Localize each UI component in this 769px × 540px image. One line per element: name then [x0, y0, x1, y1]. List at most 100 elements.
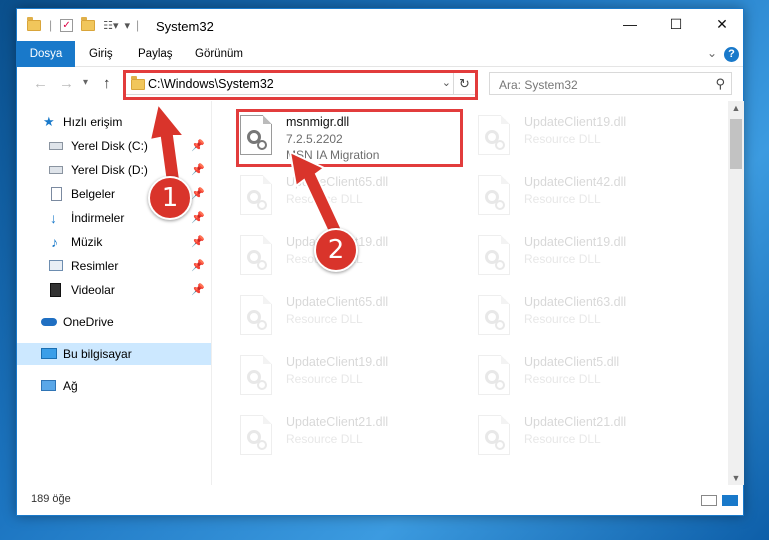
sidebar-item-local-disk-c[interactable]: Yerel Disk (C:) 📌 — [17, 135, 211, 157]
tab-home[interactable]: Giriş — [89, 41, 113, 67]
pin-icon: 📌 — [191, 260, 205, 272]
file-type: Resource DLL — [524, 312, 601, 326]
dll-file-icon — [478, 415, 510, 455]
file-tile[interactable]: UpdateClient5.dll Resource DLL — [450, 345, 678, 403]
scroll-up-icon[interactable]: ▲ — [728, 101, 744, 115]
sidebar-item-label: Bu bilgisayar — [63, 347, 132, 361]
file-type: Resource DLL — [524, 432, 601, 446]
music-icon: ♪ — [51, 234, 58, 250]
ribbon: Dosya Giriş Paylaş Görünüm ⌄ ? — [17, 41, 743, 67]
file-type: Resource DLL — [286, 432, 363, 446]
tab-file[interactable]: Dosya — [17, 41, 75, 67]
file-tile[interactable]: UpdateClient19.dll Resource DLL — [450, 225, 678, 283]
drive-icon — [49, 166, 63, 174]
file-tile[interactable]: UpdateClient19.dll Resource DLL — [212, 345, 440, 403]
dll-file-icon — [240, 355, 272, 395]
sidebar-item-network[interactable]: Ağ — [17, 375, 211, 397]
file-type: Resource DLL — [286, 372, 363, 386]
sidebar-item-label: Resimler — [71, 259, 119, 273]
title-bar: | ✓ ☷▾ ▾ | System32 — ☐ ✕ — [17, 9, 743, 41]
address-highlight-box — [123, 70, 478, 100]
sidebar-item-this-pc[interactable]: Bu bilgisayar — [17, 343, 211, 365]
pin-icon: 📌 — [191, 140, 205, 152]
sidebar-item-videos[interactable]: Videolar 📌 — [17, 279, 211, 301]
file-highlight-box — [236, 109, 463, 167]
file-name: UpdateClient5.dll — [524, 355, 620, 369]
scroll-down-icon[interactable]: ▼ — [728, 471, 744, 485]
file-tile[interactable]: UpdateClient42.dll Resource DLL — [450, 165, 678, 223]
file-tile[interactable]: UpdateClient65.dll Resource DLL — [212, 285, 440, 343]
file-type: Resource DLL — [524, 372, 601, 386]
sidebar-item-local-disk-d[interactable]: Yerel Disk (D:) 📌 — [17, 159, 211, 181]
item-count: 189 öğe — [31, 493, 71, 505]
navigation-pane: ★ Hızlı erişim Yerel Disk (C:) 📌 Yerel D… — [17, 101, 211, 485]
file-type: Resource DLL — [524, 252, 601, 266]
sidebar-item-label: Videolar — [71, 283, 115, 297]
sidebar-item-label: Yerel Disk (C:) — [71, 139, 148, 153]
star-icon: ★ — [43, 114, 55, 129]
details-view-icon[interactable] — [701, 495, 717, 506]
file-type: Resource DLL — [524, 192, 601, 206]
dll-file-icon — [240, 235, 272, 275]
recent-locations-chevron-icon[interactable]: ▾ — [83, 77, 88, 88]
search-input[interactable]: Ara: System32 ⚲ — [489, 72, 732, 95]
separator-icon: | — [49, 18, 53, 32]
file-name: UpdateClient19.dll — [524, 115, 627, 129]
sidebar-item-label: OneDrive — [63, 315, 114, 329]
folder-icon[interactable] — [27, 16, 41, 31]
sidebar-item-label: Ağ — [63, 379, 78, 393]
cloud-icon — [41, 318, 57, 326]
file-tile[interactable]: UpdateClient63.dll Resource DLL — [450, 285, 678, 343]
file-type: Resource DLL — [286, 192, 363, 206]
file-name: UpdateClient19.dll — [286, 355, 389, 369]
properties-icon[interactable]: ✓ — [60, 18, 74, 32]
back-button[interactable]: ← — [33, 75, 48, 92]
tab-view[interactable]: Görünüm — [195, 41, 243, 67]
close-button[interactable]: ✕ — [699, 9, 745, 39]
maximize-button[interactable]: ☐ — [653, 9, 699, 39]
pin-icon: 📌 — [191, 188, 205, 200]
file-name: UpdateClient21.dll — [286, 415, 389, 429]
file-tile[interactable]: UpdateClient21.dll Resource DLL — [450, 405, 678, 463]
sidebar-item-quick-access[interactable]: ★ Hızlı erişim — [17, 111, 211, 133]
file-name: UpdateClient19.dll — [524, 235, 627, 249]
pin-icon: 📌 — [191, 212, 205, 224]
file-name: UpdateClient42.dll — [524, 175, 627, 189]
documents-icon — [51, 187, 62, 201]
file-tile[interactable]: UpdateClient19.dll Resource DLL — [450, 105, 678, 163]
file-type: Resource DLL — [524, 132, 601, 146]
file-name: UpdateClient63.dll — [524, 295, 627, 309]
file-tile[interactable]: UpdateClient21.dll Resource DLL — [212, 405, 440, 463]
file-tile[interactable]: UpdateClient65.dll Resource DLL — [212, 165, 440, 223]
sidebar-item-onedrive[interactable]: OneDrive — [17, 311, 211, 333]
dll-file-icon — [478, 235, 510, 275]
search-placeholder: Ara: System32 — [499, 78, 578, 92]
dll-file-icon — [478, 295, 510, 335]
dll-file-icon — [240, 415, 272, 455]
step-2-badge: 2 — [314, 228, 358, 272]
file-name: UpdateClient65.dll — [286, 295, 389, 309]
sidebar-item-label: Müzik — [71, 235, 103, 249]
search-icon[interactable]: ⚲ — [715, 76, 725, 92]
forward-button[interactable]: → — [59, 75, 74, 92]
expand-ribbon-icon[interactable]: ⌄ — [707, 46, 717, 60]
dll-file-icon — [478, 175, 510, 215]
customize-toolbar-icon[interactable]: ☷▾ — [103, 19, 118, 32]
computer-icon — [41, 348, 57, 359]
download-icon: ↓ — [50, 210, 57, 226]
sidebar-item-label: Belgeler — [71, 187, 116, 201]
minimize-button[interactable]: — — [607, 9, 653, 39]
new-folder-icon[interactable] — [81, 16, 96, 31]
sidebar-item-pictures[interactable]: Resimler 📌 — [17, 255, 211, 277]
network-icon — [41, 380, 56, 391]
drive-icon — [49, 142, 63, 150]
sidebar-item-music[interactable]: ♪ Müzik 📌 — [17, 231, 211, 253]
tiles-view-icon[interactable] — [722, 495, 738, 506]
help-icon[interactable]: ? — [724, 47, 739, 62]
up-button[interactable]: ↑ — [103, 75, 111, 92]
tab-share[interactable]: Paylaş — [138, 41, 173, 67]
scroll-thumb[interactable] — [730, 119, 742, 169]
chevron-down-icon[interactable]: ▾ — [125, 19, 131, 32]
pin-icon: 📌 — [191, 236, 205, 248]
vertical-scrollbar[interactable]: ▲ ▼ — [728, 101, 744, 485]
